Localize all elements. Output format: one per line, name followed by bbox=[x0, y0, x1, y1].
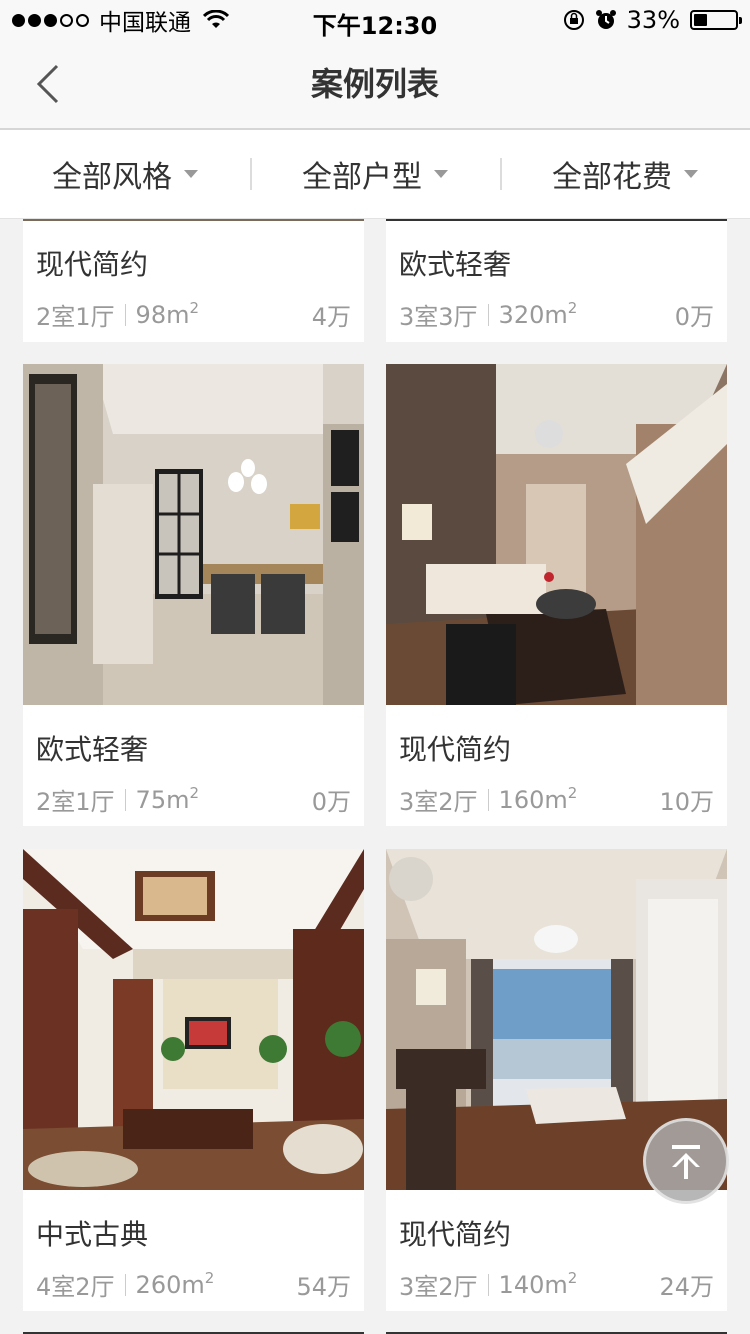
case-price: 54万 bbox=[296, 1273, 351, 1301]
case-image bbox=[23, 849, 364, 1190]
arrow-up-to-top-icon bbox=[672, 1145, 700, 1179]
case-meta: 3室2厅 140m2 24万 bbox=[399, 1267, 714, 1302]
case-card[interactable]: 现代简约 3室2厅 140m2 24万 bbox=[386, 849, 727, 1311]
case-price: 24万 bbox=[659, 1273, 714, 1301]
case-meta: 2室1厅 98m2 4万 bbox=[36, 297, 351, 332]
filter-bar: 全部风格 全部户型 全部花费 bbox=[0, 130, 750, 219]
case-style: 欧式轻奢 bbox=[36, 733, 149, 766]
battery-icon bbox=[690, 10, 742, 30]
case-rooms: 4室2厅 bbox=[36, 1273, 115, 1301]
battery-level bbox=[694, 14, 707, 26]
case-image bbox=[23, 364, 364, 705]
case-card[interactable]: 欧式轻奢 3室3厅 320m2 0万 bbox=[386, 219, 727, 342]
case-area: 75m2 bbox=[135, 783, 200, 814]
caret-down-icon bbox=[184, 170, 198, 178]
divider bbox=[124, 1273, 126, 1296]
case-meta: 2室1厅 75m2 0万 bbox=[36, 782, 351, 817]
status-bar: 中国联通 下午12:30 33% bbox=[0, 0, 750, 40]
status-right: 33% bbox=[563, 6, 742, 34]
divider bbox=[487, 788, 489, 811]
case-meta: 3室2厅 160m2 10万 bbox=[399, 782, 714, 817]
filter-label: 全部风格 bbox=[52, 160, 172, 195]
filter-cost-dropdown[interactable]: 全部花费 bbox=[500, 130, 750, 218]
case-list: 现代简约 2室1厅 98m2 4万 欧式轻奢 3室3厅 320m2 0万 欧式轻… bbox=[0, 219, 750, 1334]
case-price: 0万 bbox=[674, 303, 714, 331]
case-price: 0万 bbox=[311, 788, 351, 816]
case-meta: 3室3厅 320m2 0万 bbox=[399, 297, 714, 332]
divider bbox=[487, 1273, 489, 1296]
case-style: 现代简约 bbox=[36, 248, 149, 281]
case-image bbox=[386, 364, 727, 705]
battery-percent: 33% bbox=[626, 6, 680, 34]
orientation-lock-icon bbox=[563, 10, 584, 30]
case-image-edge bbox=[386, 219, 727, 221]
divider bbox=[124, 788, 126, 811]
case-price: 4万 bbox=[311, 303, 351, 331]
nav-bar: 案例列表 bbox=[0, 40, 750, 130]
case-card[interactable]: 欧式轻奢 2室1厅 75m2 0万 bbox=[23, 364, 364, 826]
filter-layout-dropdown[interactable]: 全部户型 bbox=[250, 130, 500, 218]
case-area: 98m2 bbox=[135, 298, 200, 329]
divider bbox=[487, 303, 489, 326]
case-area: 260m2 bbox=[135, 1268, 215, 1299]
page-title: 案例列表 bbox=[310, 65, 439, 103]
case-card[interactable]: 中式古典 4室2厅 260m2 54万 bbox=[23, 849, 364, 1311]
case-area: 140m2 bbox=[498, 1268, 578, 1299]
case-rooms: 3室2厅 bbox=[399, 1273, 478, 1301]
case-rooms: 2室1厅 bbox=[36, 303, 115, 331]
divider bbox=[124, 303, 126, 326]
case-rooms: 2室1厅 bbox=[36, 788, 115, 816]
case-style: 现代简约 bbox=[399, 733, 512, 766]
filter-label: 全部户型 bbox=[302, 160, 422, 195]
filter-label: 全部花费 bbox=[552, 160, 672, 195]
filter-style-dropdown[interactable]: 全部风格 bbox=[0, 130, 250, 218]
case-meta: 4室2厅 260m2 54万 bbox=[36, 1267, 351, 1302]
case-rooms: 3室3厅 bbox=[399, 303, 478, 331]
case-price: 10万 bbox=[659, 788, 714, 816]
case-area: 320m2 bbox=[498, 298, 578, 329]
case-card[interactable]: 现代简约 2室1厅 98m2 4万 bbox=[23, 219, 364, 342]
case-style: 现代简约 bbox=[399, 1218, 512, 1251]
case-rooms: 3室2厅 bbox=[399, 788, 478, 816]
caret-down-icon bbox=[434, 170, 448, 178]
case-card[interactable]: 现代简约 3室2厅 160m2 10万 bbox=[386, 364, 727, 826]
case-style: 中式古典 bbox=[36, 1218, 149, 1251]
case-style: 欧式轻奢 bbox=[399, 248, 512, 281]
caret-down-icon bbox=[684, 170, 698, 178]
case-area: 160m2 bbox=[498, 783, 578, 814]
case-image-edge bbox=[23, 219, 364, 221]
alarm-icon bbox=[595, 10, 616, 29]
back-to-top-button[interactable] bbox=[643, 1118, 729, 1204]
